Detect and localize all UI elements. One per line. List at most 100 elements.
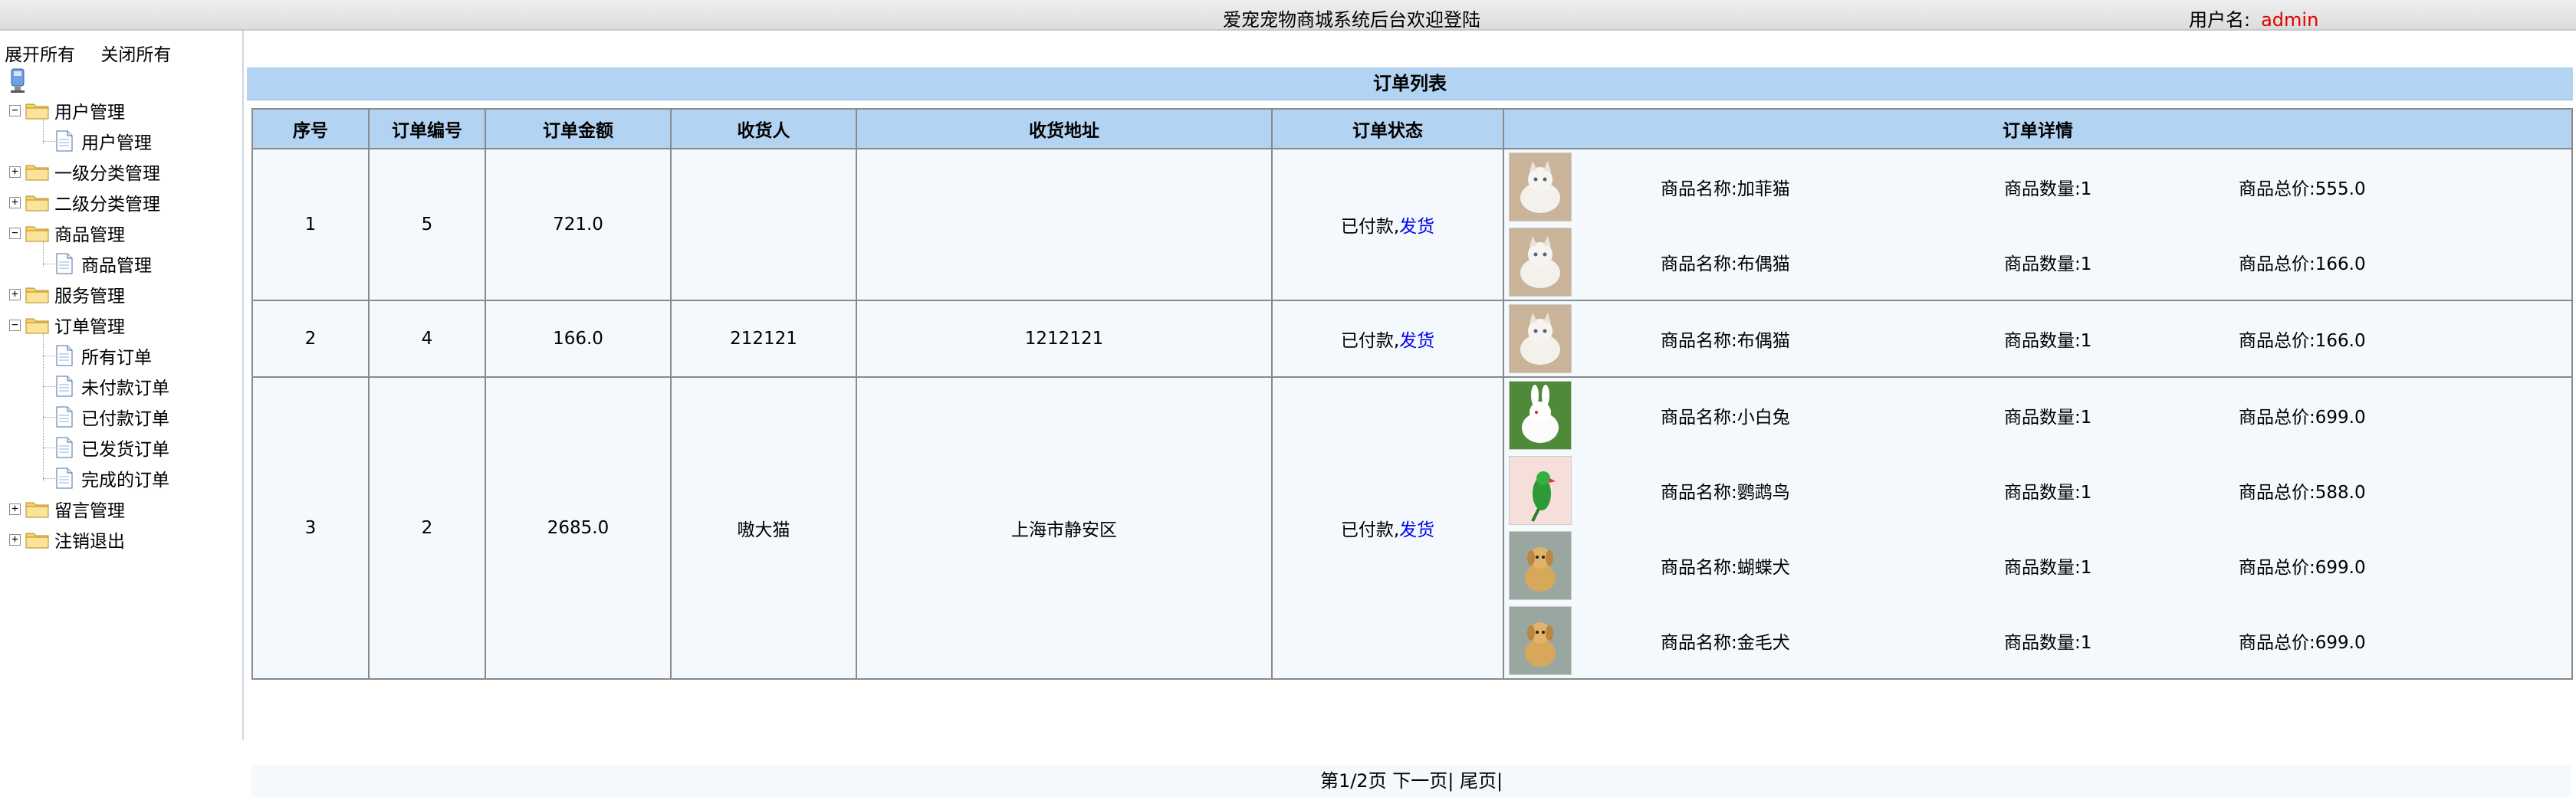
folder-icon <box>25 103 49 120</box>
expand-icon[interactable]: + <box>9 166 21 178</box>
product-thumbnail[interactable] <box>1509 153 1572 221</box>
table-caption: 订单列表 <box>247 67 2573 100</box>
collapse-icon[interactable]: − <box>9 104 21 116</box>
item-qty-value: 1 <box>2080 483 2092 503</box>
sidebar-folder-label: 留言管理 <box>54 501 125 521</box>
sidebar-folder-3[interactable]: − 商品管理 <box>9 219 125 247</box>
sidebar-item-label: 已付款订单 <box>81 409 169 429</box>
item-name-label: 商品名称: <box>1661 633 1737 653</box>
next-page-link[interactable]: 下一页| <box>1392 770 1454 792</box>
cat-icon <box>1510 228 1571 296</box>
sidebar-folder-5[interactable]: − 订单管理 <box>9 311 125 339</box>
sidebar-item-5-0[interactable]: 所有订单 <box>55 342 152 369</box>
expand-icon[interactable]: + <box>9 533 21 546</box>
order-item: 商品名称:小白兔 商品数量:1 商品总价:699.0 <box>1504 378 2571 453</box>
product-thumbnail[interactable] <box>1509 606 1572 675</box>
sidebar-folder-7[interactable]: + 注销退出 <box>9 526 125 553</box>
order-details: 商品名称:布偶猫 商品数量:1 商品总价:166.0 <box>1503 300 2573 378</box>
sidebar-folder-4[interactable]: + 服务管理 <box>9 280 125 308</box>
item-total-value: 166.0 <box>2315 331 2366 351</box>
username: admin <box>2261 9 2319 31</box>
table-row: 3 2 2685.0 嗷大猫 上海市静安区 已付款,发货 商品名称:小白兔 商品数量:1 商品总… <box>251 376 2573 680</box>
item-total: 商品总价:699.0 <box>2239 553 2366 579</box>
order-item: 商品名称:鹦鹉鸟 商品数量:1 商品总价:588.0 <box>1504 453 2571 528</box>
item-name-label: 商品名称: <box>1661 179 1737 199</box>
ship-link[interactable]: 发货 <box>1399 331 1434 351</box>
item-name: 商品名称:布偶猫 <box>1661 249 1790 275</box>
item-name-label: 商品名称: <box>1661 254 1737 274</box>
order-status: 已付款,发货 <box>1271 148 1504 301</box>
sidebar-item-5-4[interactable]: 完成的订单 <box>55 464 169 492</box>
item-qty-value: 1 <box>2080 408 2092 428</box>
product-thumbnail[interactable] <box>1509 228 1572 297</box>
tree-connector <box>43 417 55 418</box>
pager: 第1/2页 下一页| 尾页| <box>251 765 2571 797</box>
item-name-value: 鹦鹉鸟 <box>1737 483 1790 503</box>
item-total-value: 588.0 <box>2315 483 2366 503</box>
row-index: 1 <box>251 148 370 301</box>
sidebar-folder-2[interactable]: + 二级分类管理 <box>9 189 160 216</box>
order-number: 2 <box>368 376 486 680</box>
sidebar-item-3-0[interactable]: 商品管理 <box>55 250 152 277</box>
product-thumbnail[interactable] <box>1509 304 1572 373</box>
status-text: 已付款, <box>1340 331 1400 351</box>
sidebar-item-5-2[interactable]: 已付款订单 <box>55 403 169 431</box>
item-qty: 商品数量:1 <box>2004 249 2091 275</box>
receiver-name <box>670 148 857 301</box>
product-thumbnail[interactable] <box>1509 381 1572 450</box>
item-total-value: 699.0 <box>2315 633 2366 653</box>
sidebar-item-5-3[interactable]: 已发货订单 <box>55 434 169 461</box>
item-name-label: 商品名称: <box>1661 331 1737 351</box>
order-item: 商品名称:蝴蝶犬 商品数量:1 商品总价:699.0 <box>1504 528 2571 603</box>
table-row: 2 4 166.0 212121 1212121 已付款,发货 商品名称:布偶猫 商品数量:1… <box>251 300 2573 378</box>
shipping-address: 上海市静安区 <box>856 376 1273 680</box>
collapse-all-link[interactable]: 关闭所有 <box>100 45 171 65</box>
collapse-icon[interactable]: − <box>9 227 21 239</box>
dog-icon <box>1510 607 1571 674</box>
sidebar-folder-0[interactable]: − 用户管理 <box>9 97 125 124</box>
table-header-row: 序号 订单编号 订单金额 收货人 收货地址 订单状态 订单详情 <box>251 108 2573 149</box>
product-thumbnail[interactable] <box>1509 531 1572 600</box>
item-total-label: 商品总价: <box>2239 408 2315 428</box>
sidebar-folder-1[interactable]: + 一级分类管理 <box>9 158 160 185</box>
expand-all-link[interactable]: 展开所有 <box>5 45 75 65</box>
sidebar-item-0-0[interactable]: 用户管理 <box>55 127 152 155</box>
item-total-value: 555.0 <box>2315 179 2366 199</box>
column-header: 订单状态 <box>1271 108 1504 149</box>
item-name-value: 加菲猫 <box>1737 179 1790 199</box>
item-qty-label: 商品数量: <box>2004 331 2081 351</box>
last-page-link[interactable]: 尾页| <box>1460 770 1503 792</box>
folder-icon <box>25 226 49 242</box>
order-item: 商品名称:布偶猫 商品数量:1 商品总价:166.0 <box>1504 225 2571 300</box>
expand-icon[interactable]: + <box>9 288 21 300</box>
folder-icon <box>25 165 49 181</box>
ship-link[interactable]: 发货 <box>1399 217 1434 237</box>
expand-icon[interactable]: + <box>9 196 21 208</box>
product-thumbnail[interactable] <box>1509 456 1572 525</box>
order-details: 商品名称:小白兔 商品数量:1 商品总价:699.0 商品名称:鹦鹉鸟 商品数量:1 商品… <box>1503 376 2573 680</box>
item-name-value: 小白兔 <box>1737 408 1790 428</box>
tree-connector <box>43 120 44 144</box>
cat-icon <box>1510 153 1571 221</box>
item-name-value: 布偶猫 <box>1737 254 1790 274</box>
row-index: 3 <box>251 376 370 680</box>
order-status: 已付款,发货 <box>1271 300 1504 378</box>
item-total: 商品总价:588.0 <box>2239 477 2366 503</box>
expand-icon[interactable]: + <box>9 503 21 515</box>
collapse-icon[interactable]: − <box>9 319 21 331</box>
item-qty-value: 1 <box>2080 179 2092 199</box>
receiver-name: 212121 <box>670 300 857 378</box>
item-total-value: 699.0 <box>2315 408 2366 428</box>
item-total-label: 商品总价: <box>2239 558 2315 578</box>
ship-link[interactable]: 发货 <box>1399 520 1434 540</box>
sidebar-folder-6[interactable]: + 留言管理 <box>9 495 125 523</box>
item-qty-label: 商品数量: <box>2004 483 2081 503</box>
sidebar-folder-label: 服务管理 <box>54 287 125 307</box>
item-qty-value: 1 <box>2080 633 2092 653</box>
sidebar-item-5-1[interactable]: 未付款订单 <box>55 372 169 400</box>
item-total-label: 商品总价: <box>2239 483 2315 503</box>
page-icon <box>56 345 73 366</box>
item-qty: 商品数量:1 <box>2004 326 2091 352</box>
item-total: 商品总价:699.0 <box>2239 628 2366 654</box>
item-name-label: 商品名称: <box>1661 483 1737 503</box>
